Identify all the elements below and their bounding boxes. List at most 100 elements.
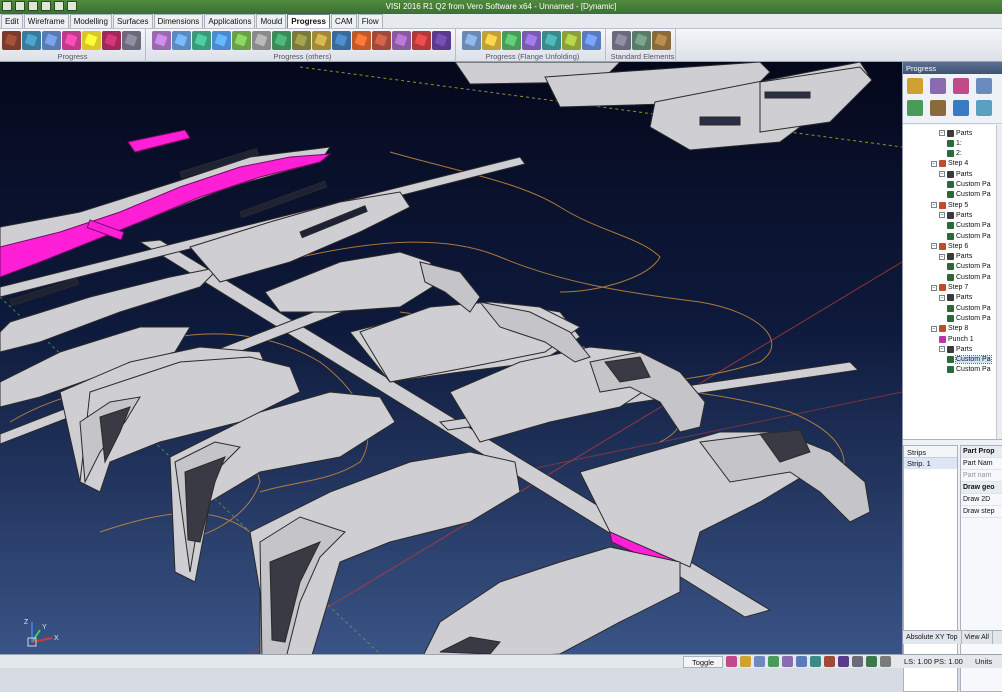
ribbon-tool-icon[interactable]: [212, 31, 231, 50]
pan-icon[interactable]: [852, 656, 863, 667]
ribbon-tool-icon[interactable]: [252, 31, 271, 50]
tree-node[interactable]: Custom Pa: [947, 272, 991, 282]
property-row[interactable]: Draw step: [961, 506, 1002, 518]
panel-tool-icon[interactable]: [907, 78, 923, 94]
tab-flow[interactable]: Flow: [357, 14, 383, 28]
tab-cam[interactable]: CAM: [330, 14, 357, 28]
collapse-icon[interactable]: −: [931, 243, 937, 250]
panel-tool-icon[interactable]: [930, 78, 946, 94]
solid-icon[interactable]: [824, 656, 835, 667]
tree-node[interactable]: Custom Pa: [947, 365, 991, 375]
collapse-icon[interactable]: −: [939, 212, 945, 219]
property-row[interactable]: Draw 2D: [961, 494, 1002, 506]
collapse-icon[interactable]: −: [931, 325, 937, 332]
tree-node[interactable]: 1:: [947, 138, 962, 148]
property-row[interactable]: Part Nam: [961, 458, 1002, 470]
ribbon-tool-icon[interactable]: [352, 31, 371, 50]
ribbon-tool-icon[interactable]: [332, 31, 351, 50]
ribbon-tool-icon[interactable]: [22, 31, 41, 50]
tab-wireframe[interactable]: Wireframe: [23, 14, 69, 28]
tree-node[interactable]: Custom Pa: [947, 262, 991, 272]
shade-icon[interactable]: [810, 656, 821, 667]
ribbon-tool-icon[interactable]: [412, 31, 431, 50]
ribbon-tool-icon[interactable]: [542, 31, 561, 50]
tree-node[interactable]: − Step 6: [931, 241, 968, 251]
ribbon-tool-icon[interactable]: [612, 31, 631, 50]
table-icon[interactable]: [880, 656, 891, 667]
cube-icon[interactable]: [838, 656, 849, 667]
tree-node[interactable]: − Parts: [939, 252, 972, 262]
view-all[interactable]: View All: [962, 631, 993, 644]
collapse-icon[interactable]: −: [939, 253, 945, 260]
tree-node[interactable]: − Step 7: [931, 283, 968, 293]
tab-edit[interactable]: Edit: [1, 14, 23, 28]
tree-node[interactable]: Custom Pa: [947, 303, 991, 313]
step-tree[interactable]: − Parts 1: 2: − Step 4− Parts Custom Pa Custom P…: [903, 125, 1002, 440]
snap-icon[interactable]: [726, 656, 737, 667]
tree-node[interactable]: 2:: [947, 149, 962, 159]
rotate-icon[interactable]: [866, 656, 877, 667]
tab-progress[interactable]: Progress: [287, 14, 330, 28]
tab-mould[interactable]: Mould: [256, 14, 287, 28]
ribbon-tool-icon[interactable]: [172, 31, 191, 50]
collapse-icon[interactable]: −: [931, 284, 937, 291]
tree-node[interactable]: Custom Pa: [947, 231, 991, 241]
ribbon-tool-icon[interactable]: [372, 31, 391, 50]
panel-tool-icon[interactable]: [930, 100, 946, 116]
tree-scrollbar[interactable]: [996, 125, 1002, 439]
ribbon-tool-icon[interactable]: [62, 31, 81, 50]
ribbon-tool-icon[interactable]: [82, 31, 101, 50]
toggle-button[interactable]: Toggle: [683, 656, 723, 668]
property-row[interactable]: Part nam: [961, 470, 1002, 482]
ribbon-tool-icon[interactable]: [582, 31, 601, 50]
ribbon-tool-icon[interactable]: [152, 31, 171, 50]
tab-surfaces[interactable]: Surfaces: [112, 14, 153, 28]
grid-icon[interactable]: [740, 656, 751, 667]
tree-node[interactable]: − Parts: [939, 344, 972, 354]
view-icon[interactable]: [796, 656, 807, 667]
ribbon-tool-icon[interactable]: [562, 31, 581, 50]
ribbon-tool-icon[interactable]: [632, 31, 651, 50]
view-absolute-xy-top[interactable]: Absolute XY Top: [903, 631, 962, 644]
ribbon-tool-icon[interactable]: [122, 31, 141, 50]
collapse-icon[interactable]: −: [931, 202, 937, 209]
collapse-icon[interactable]: −: [939, 346, 945, 353]
ribbon-tool-icon[interactable]: [392, 31, 411, 50]
panel-tool-icon[interactable]: [953, 78, 969, 94]
ribbon-tool-icon[interactable]: [462, 31, 481, 50]
layer-icon[interactable]: [768, 656, 779, 667]
strip-layout-scene[interactable]: X Y Z: [0, 62, 902, 654]
ribbon-tool-icon[interactable]: [192, 31, 211, 50]
collapse-icon[interactable]: −: [939, 294, 945, 301]
filter-icon[interactable]: [782, 656, 793, 667]
tree-node[interactable]: − Parts: [939, 128, 972, 138]
strip-row[interactable]: Strip. 1: [904, 458, 957, 469]
ortho-icon[interactable]: [754, 656, 765, 667]
ribbon-tool-icon[interactable]: [502, 31, 521, 50]
tree-node[interactable]: − Step 4: [931, 159, 968, 169]
ribbon-tool-icon[interactable]: [2, 31, 21, 50]
tree-node[interactable]: − Parts: [939, 169, 972, 179]
ribbon-tool-icon[interactable]: [482, 31, 501, 50]
tree-node[interactable]: − Step 8: [931, 324, 968, 334]
collapse-icon[interactable]: −: [939, 130, 945, 136]
ribbon-tool-icon[interactable]: [102, 31, 121, 50]
tree-node[interactable]: Custom Pa: [947, 190, 991, 200]
panel-tool-icon[interactable]: [953, 100, 969, 116]
tab-applications[interactable]: Applications: [204, 14, 256, 28]
ribbon-tool-icon[interactable]: [42, 31, 61, 50]
ribbon-tool-icon[interactable]: [312, 31, 331, 50]
panel-tool-icon[interactable]: [976, 78, 992, 94]
units-readout[interactable]: Units: [975, 657, 992, 666]
ribbon-tool-icon[interactable]: [652, 31, 671, 50]
tree-node[interactable]: − Parts: [939, 293, 972, 303]
tree-node[interactable]: Custom Pa: [947, 355, 992, 365]
tree-node[interactable]: Custom Pa: [947, 221, 991, 231]
panel-tool-icon[interactable]: [907, 100, 923, 116]
collapse-icon[interactable]: −: [931, 160, 937, 167]
tab-dimensions[interactable]: Dimensions: [153, 14, 204, 28]
collapse-icon[interactable]: −: [939, 171, 945, 178]
tree-node[interactable]: Punch 1: [939, 334, 974, 344]
ribbon-tool-icon[interactable]: [232, 31, 251, 50]
ribbon-tool-icon[interactable]: [272, 31, 291, 50]
